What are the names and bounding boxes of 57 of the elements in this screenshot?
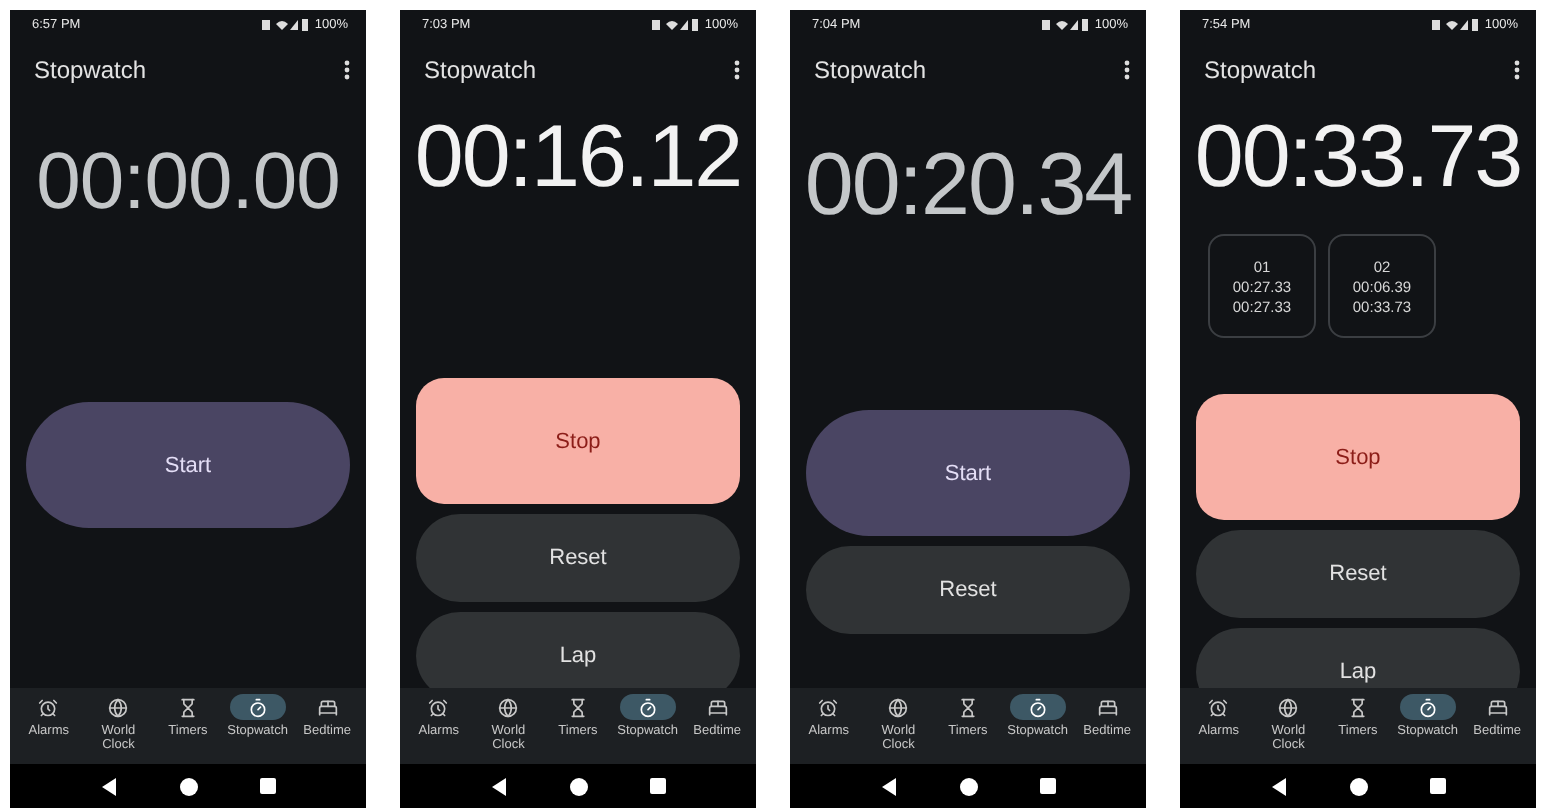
elapsed-time: 00:00.00 — [36, 138, 340, 226]
recents-icon[interactable] — [1039, 778, 1055, 794]
recents-icon[interactable] — [649, 778, 665, 794]
back-icon[interactable] — [101, 777, 117, 795]
alarm-clock-icon — [818, 697, 839, 717]
globe-icon — [108, 697, 129, 717]
status-icons — [262, 17, 311, 31]
elapsed-time: 00:20.34 — [804, 138, 1132, 235]
hourglass-icon — [957, 697, 978, 717]
app-title: Stopwatch — [424, 56, 537, 84]
back-icon[interactable] — [1271, 777, 1287, 795]
home-icon[interactable] — [179, 777, 197, 795]
stop-button[interactable]: Stop — [1196, 394, 1520, 521]
secondary-button[interactable]: Reset — [416, 514, 740, 603]
bed-icon — [317, 697, 338, 717]
alarm-clock-icon — [1208, 697, 1229, 717]
stopwatch-icon — [1417, 697, 1438, 717]
alarm-clock-icon — [38, 697, 59, 717]
more-menu-icon[interactable] — [1514, 60, 1520, 80]
home-icon[interactable] — [1349, 777, 1367, 795]
stopwatch-icon — [1027, 697, 1048, 717]
secondary-button[interactable]: Reset — [806, 546, 1130, 635]
alarm-clock-icon — [428, 697, 449, 717]
elapsed-time: 00:33.73 — [1194, 110, 1522, 207]
app-title: Stopwatch — [34, 56, 147, 84]
bed-icon — [707, 697, 728, 717]
stopwatch-icon — [637, 697, 658, 717]
start-button[interactable]: Start — [806, 410, 1130, 537]
recents-icon[interactable] — [1429, 778, 1445, 794]
stop-button[interactable]: Stop — [416, 378, 740, 505]
bed-icon — [1487, 697, 1508, 717]
elapsed-time: 00:16.12 — [414, 110, 742, 207]
start-button[interactable]: Start — [26, 402, 350, 528]
back-icon[interactable] — [881, 777, 897, 795]
stopwatch-icon — [247, 697, 268, 717]
home-icon[interactable] — [959, 777, 977, 795]
globe-icon — [888, 697, 909, 717]
status-icons — [1432, 17, 1481, 31]
globe-icon — [498, 697, 519, 717]
status-icons — [1042, 17, 1091, 31]
more-menu-icon[interactable] — [344, 60, 350, 80]
recents-icon[interactable] — [259, 778, 275, 794]
more-menu-icon[interactable] — [1124, 60, 1130, 80]
status-icons — [652, 17, 701, 31]
hourglass-icon — [1347, 697, 1368, 717]
bed-icon — [1097, 697, 1118, 717]
home-icon[interactable] — [569, 777, 587, 795]
hourglass-icon — [567, 697, 588, 717]
secondary-button[interactable]: Lap — [1196, 628, 1520, 688]
app-title: Stopwatch — [814, 56, 927, 84]
hourglass-icon — [177, 697, 198, 717]
globe-icon — [1278, 697, 1299, 717]
secondary-button[interactable]: Reset — [1196, 530, 1520, 619]
app-title: Stopwatch — [1204, 56, 1317, 84]
back-icon[interactable] — [491, 777, 507, 795]
secondary-button[interactable]: Lap — [416, 612, 740, 688]
more-menu-icon[interactable] — [734, 60, 740, 80]
